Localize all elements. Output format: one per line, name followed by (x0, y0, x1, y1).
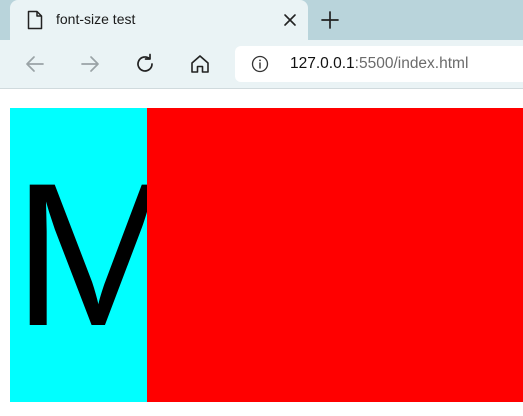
forward-icon[interactable] (78, 52, 102, 76)
site-info-icon[interactable] (251, 55, 269, 73)
red-block (147, 108, 523, 402)
home-icon[interactable] (188, 52, 212, 76)
active-tab[interactable]: font-size test (10, 0, 308, 40)
address-bar[interactable]: 127.0.0.1:5500/index.html (235, 46, 523, 82)
new-tab-icon[interactable] (320, 10, 340, 30)
url-text[interactable]: 127.0.0.1:5500/index.html (290, 55, 468, 73)
page-icon (27, 10, 43, 30)
browser-toolbar: 127.0.0.1:5500/index.html (0, 40, 523, 89)
url-host: 127.0.0.1 (290, 55, 355, 72)
tab-title: font-size test (56, 11, 136, 27)
url-path: :5500/index.html (354, 55, 469, 72)
back-icon[interactable] (23, 52, 47, 76)
close-tab-icon[interactable] (282, 12, 298, 28)
tab-strip: font-size test (0, 0, 523, 40)
refresh-icon[interactable] (133, 52, 157, 76)
cyan-block: M (10, 108, 183, 402)
page-viewport: M (0, 89, 523, 416)
